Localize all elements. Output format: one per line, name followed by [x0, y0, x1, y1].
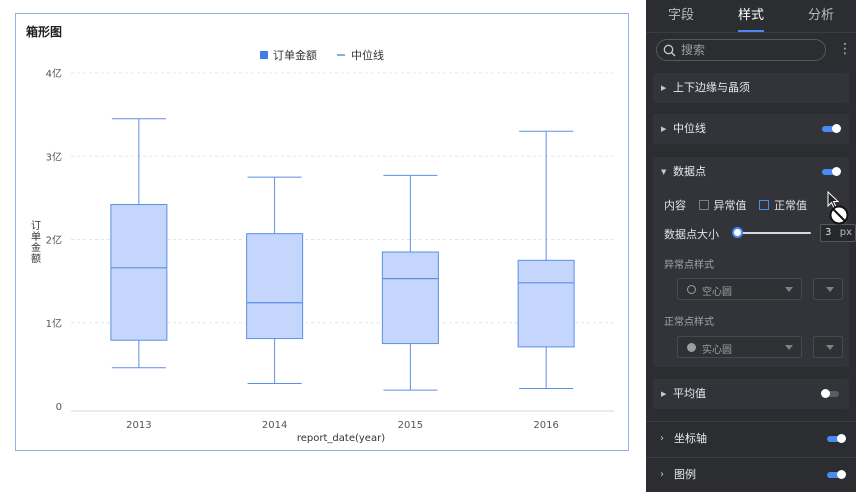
- dropdown-arrow-icon: [785, 287, 793, 292]
- more-options-icon[interactable]: ⋮: [838, 41, 852, 59]
- y-tick-label: 2亿: [46, 234, 62, 247]
- caret-right-icon: ▶: [661, 125, 667, 133]
- x-tick-label: 2016: [533, 420, 558, 431]
- normal-checkbox[interactable]: [759, 200, 769, 210]
- section-whisker: ▶ 上下边缘与晶须: [653, 73, 849, 103]
- style-panel: 字段 样式 分析 ⋮ ▶ 上下边缘与晶须 ▶ 中位线 ▼ 数据点: [646, 0, 856, 492]
- section-median-line-header[interactable]: ▶ 中位线: [653, 114, 849, 144]
- y-tick-label: 1亿: [46, 317, 62, 330]
- legend-toggle[interactable]: [827, 470, 846, 479]
- search-box: [656, 39, 826, 61]
- x-tick-label: 2013: [126, 420, 151, 431]
- tab-style[interactable]: 样式: [716, 0, 786, 32]
- panel-tabs: 字段 样式 分析: [646, 0, 856, 33]
- tab-fields[interactable]: 字段: [646, 0, 716, 32]
- dropdown-arrow-icon: [826, 287, 834, 292]
- data-point-toggle[interactable]: [822, 167, 841, 176]
- average-toggle[interactable]: [821, 389, 839, 398]
- y-axis-label: 订单金额: [31, 220, 41, 265]
- toggle-knob: [821, 389, 830, 398]
- legend-label-order-amount: 订单金额: [273, 48, 317, 62]
- caret-right-icon: ▶: [661, 390, 667, 398]
- abnormal-label: 异常值: [713, 199, 747, 212]
- section-axis-header[interactable]: › 坐标轴: [646, 421, 856, 455]
- point-size-row: 数据点大小 3 px: [664, 224, 856, 242]
- section-average-label: 平均值: [673, 387, 706, 400]
- chart-card: 箱形图 订单金额 中位线 0 1亿 2亿 3亿 4亿 2013 2014 2015 2016 …: [15, 13, 629, 451]
- toggle-knob: [832, 167, 841, 176]
- box-2013: [110, 204, 168, 341]
- search-row: ⋮: [656, 39, 852, 61]
- point-size-slider[interactable]: [732, 227, 811, 238]
- y-tick-label: 3亿: [46, 150, 62, 163]
- section-data-point: ▼ 数据点 内容 异常值 正常值 数据点大小 3 px 异常点样式 空心圆 正常…: [653, 157, 856, 367]
- solid-circle-icon: [687, 343, 696, 352]
- point-size-label: 数据点大小: [664, 228, 719, 241]
- normal-style-select[interactable]: 实心圆: [677, 336, 802, 358]
- section-data-point-header[interactable]: ▼ 数据点: [653, 157, 849, 187]
- hollow-circle-icon: [687, 285, 696, 294]
- normal-style-value: 实心圆: [702, 345, 732, 356]
- y-tick-label: 0: [56, 402, 62, 413]
- abnormal-style-select[interactable]: 空心圆: [677, 278, 802, 300]
- abnormal-checkbox[interactable]: [698, 200, 709, 210]
- dropdown-arrow-icon: [785, 345, 793, 350]
- content-label: 内容: [664, 199, 686, 212]
- section-whisker-label: 上下边缘与晶须: [673, 81, 750, 94]
- point-size-value: 3: [825, 227, 832, 238]
- box-2016: [517, 259, 575, 348]
- point-size-unit: px: [839, 227, 852, 238]
- section-average-header[interactable]: ▶ 平均值: [653, 379, 849, 409]
- slider-handle[interactable]: [732, 227, 743, 238]
- axis-toggle[interactable]: [827, 434, 846, 443]
- section-legend-label: 图例: [674, 468, 696, 481]
- box-2015: [381, 251, 439, 345]
- legend-label-median: 中位线: [351, 48, 384, 62]
- toggle-knob: [837, 434, 846, 443]
- section-median-line-label: 中位线: [673, 122, 706, 135]
- normal-label: 正常值: [774, 199, 807, 212]
- y-axis-ticks: 0 1亿 2亿 3亿 4亿: [46, 67, 62, 413]
- abnormal-color-select[interactable]: [813, 278, 843, 300]
- box-2014: [246, 233, 304, 340]
- chevron-right-icon: ›: [660, 469, 664, 480]
- x-tick-label: 2014: [262, 420, 287, 431]
- median-line-toggle[interactable]: [822, 124, 841, 133]
- search-icon: [663, 44, 676, 57]
- x-tick-label: 2015: [398, 420, 423, 431]
- section-whisker-header[interactable]: ▶ 上下边缘与晶须: [653, 73, 849, 103]
- content-row: 内容 异常值 正常值: [664, 197, 807, 212]
- tab-analysis[interactable]: 分析: [786, 0, 856, 32]
- caret-down-icon: ▼: [661, 168, 667, 176]
- dropdown-arrow-icon: [826, 345, 834, 350]
- not-allowed-cursor-icon: [827, 191, 849, 225]
- section-median-line: ▶ 中位线: [653, 114, 849, 144]
- section-average: ▶ 平均值: [653, 379, 849, 409]
- normal-color-select[interactable]: [813, 336, 843, 358]
- chevron-right-icon: ›: [660, 433, 664, 444]
- search-input[interactable]: [681, 42, 821, 58]
- box-series: [110, 118, 575, 391]
- legend-swatch-order-amount: [260, 51, 268, 59]
- y-tick-label: 4亿: [46, 67, 62, 80]
- toggle-knob: [837, 470, 846, 479]
- x-axis-label: report_date(year): [297, 433, 385, 444]
- toggle-knob: [832, 124, 841, 133]
- section-legend-header[interactable]: › 图例: [646, 457, 856, 491]
- abnormal-style-label: 异常点样式: [664, 260, 714, 271]
- normal-style-label: 正常点样式: [664, 317, 714, 328]
- x-axis-ticks: 2013 2014 2015 2016: [126, 420, 559, 431]
- abnormal-style-value: 空心圆: [702, 287, 732, 298]
- section-axis-label: 坐标轴: [674, 432, 707, 445]
- caret-right-icon: ▶: [661, 84, 667, 92]
- chart-legend[interactable]: 订单金额 中位线: [260, 48, 384, 62]
- section-data-point-label: 数据点: [673, 165, 706, 178]
- box-plot-chart: 订单金额 中位线 0 1亿 2亿 3亿 4亿 2013 2014 2015 2016 订单金额…: [31, 48, 614, 444]
